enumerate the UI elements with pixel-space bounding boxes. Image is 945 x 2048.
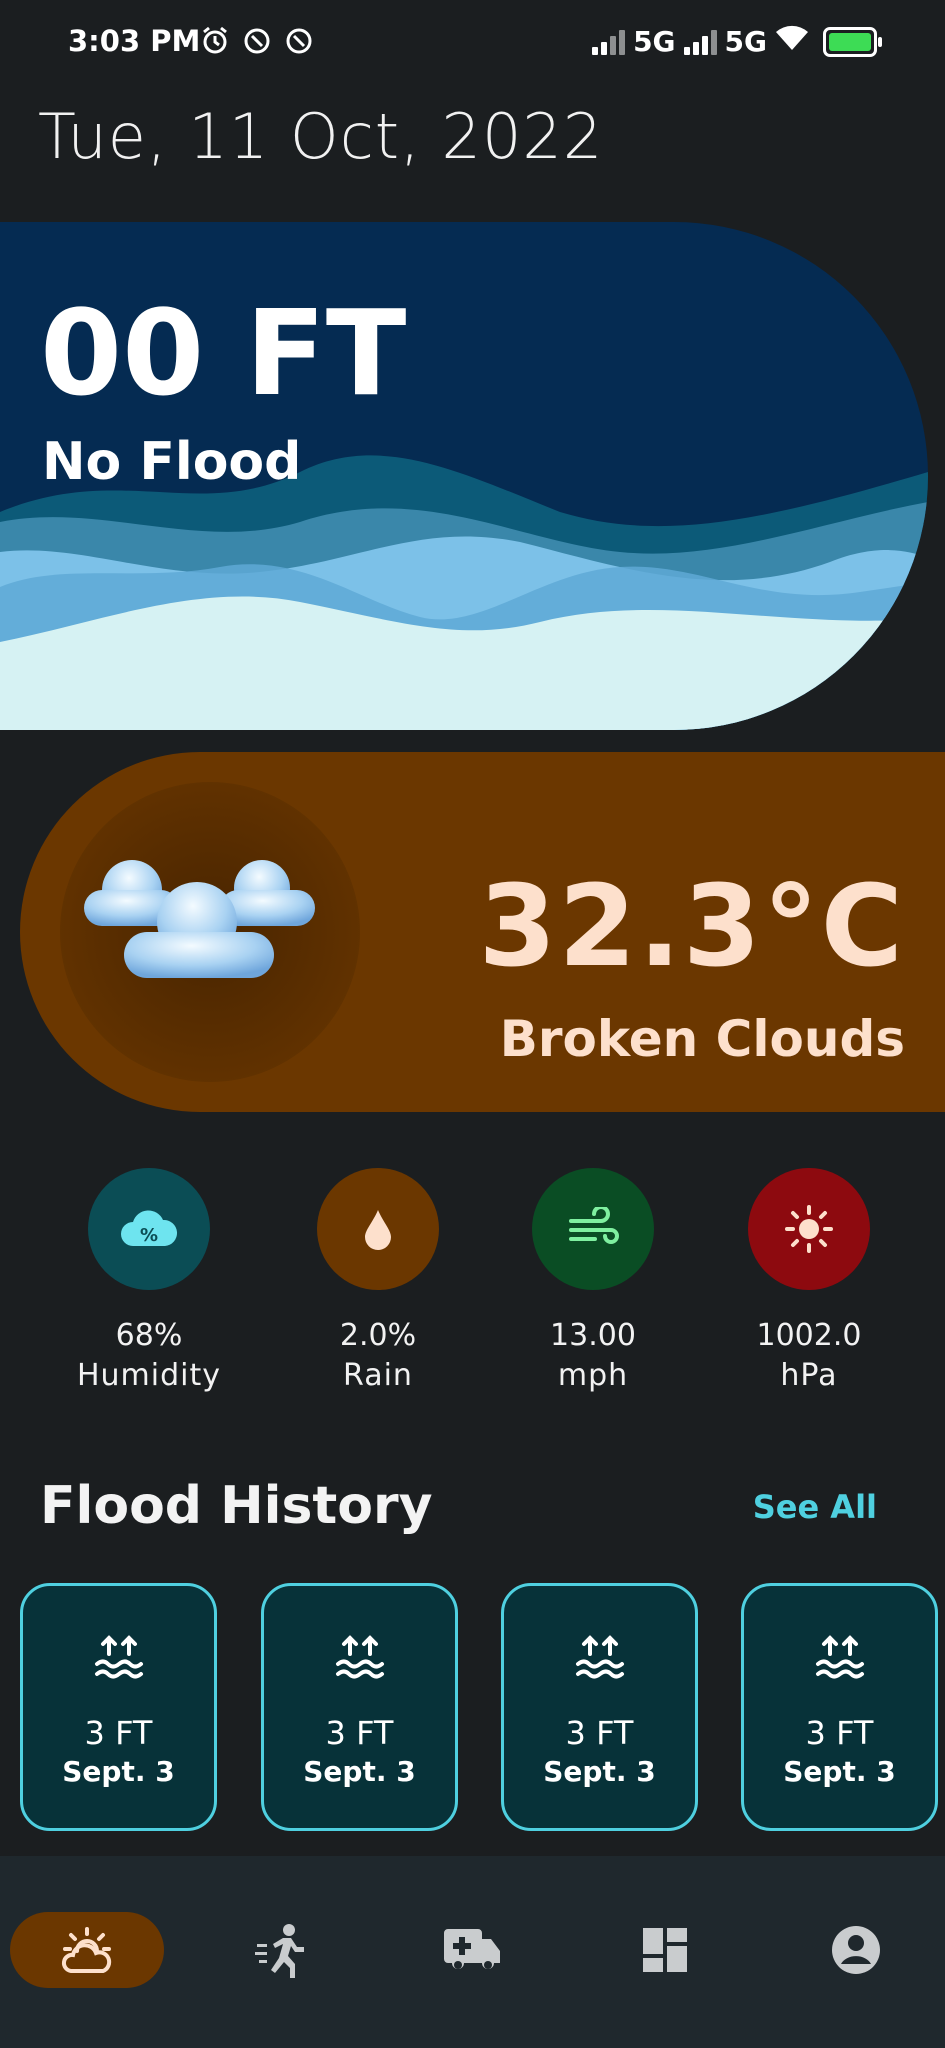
weather-condition: Broken Clouds (499, 1010, 905, 1068)
temperature-value: 32.3°C (478, 862, 905, 992)
sync-icon (242, 26, 272, 56)
status-bar: 3:03 PM 5G 5G (0, 0, 945, 88)
profile-icon (832, 1926, 880, 1974)
weather-icon (61, 1927, 112, 1973)
history-date: Sept. 3 (303, 1755, 416, 1788)
sync-icon (284, 26, 314, 56)
history-date: Sept. 3 (783, 1755, 896, 1788)
nav-dashboard[interactable] (610, 1912, 720, 1988)
wind-speed-unit: mph (557, 1358, 629, 1393)
rain-stat: 2.0% Rain (283, 1168, 473, 1396)
clouds-icon (72, 850, 332, 1004)
flood-status-label: No Flood (42, 432, 302, 492)
status-notification-icons (200, 26, 314, 56)
pressure-unit: hPa (780, 1358, 838, 1393)
history-card[interactable]: 3 FT Sept. 3 (501, 1583, 698, 1831)
svg-text:%: % (140, 1225, 158, 1246)
network-type-label: 5G (633, 25, 676, 58)
flood-history-title: Flood History (40, 1476, 433, 1536)
flood-level-value: 00 FT (40, 284, 407, 422)
wind-stat: 13.00 mph (498, 1168, 688, 1396)
wifi-icon (775, 24, 809, 59)
sun-icon (748, 1168, 870, 1290)
status-system-icons: 5G 5G (592, 24, 882, 59)
wind-speed-value: 13.00 (550, 1318, 636, 1353)
humidity-stat: % 68% Humidity (54, 1168, 244, 1396)
signal-icon (683, 29, 717, 55)
weather-card[interactable]: 32.3°C Broken Clouds (20, 752, 945, 1112)
history-card[interactable]: 3 FT Sept. 3 (741, 1583, 938, 1831)
dashboard-icon (643, 1928, 687, 1972)
history-card[interactable]: 3 FT Sept. 3 (20, 1583, 217, 1831)
rain-value: 2.0% (339, 1318, 417, 1353)
history-date: Sept. 3 (62, 1755, 175, 1788)
nav-profile[interactable] (801, 1912, 911, 1988)
water-rise-icon (504, 1632, 695, 1684)
history-card[interactable]: 3 FT Sept. 3 (261, 1583, 458, 1831)
pressure-value: 1002.0 (756, 1318, 862, 1353)
humidity-value: 68% (115, 1318, 183, 1353)
wind-icon (532, 1168, 654, 1290)
see-all-link[interactable]: See All (753, 1488, 877, 1526)
water-rise-icon (23, 1632, 214, 1684)
pressure-stat: 1002.0 hPa (714, 1168, 904, 1396)
water-rise-icon (744, 1632, 935, 1684)
alarm-icon (200, 26, 230, 56)
signal-icon (592, 29, 626, 55)
history-level: 3 FT (325, 1714, 394, 1752)
humidity-icon: % (88, 1168, 210, 1290)
nav-evacuation[interactable] (226, 1912, 336, 1988)
nav-weather[interactable] (32, 1912, 142, 1988)
battery-icon (823, 26, 882, 57)
history-date: Sept. 3 (543, 1755, 656, 1788)
history-level: 3 FT (805, 1714, 874, 1752)
flood-level-card[interactable]: 00 FT No Flood (0, 222, 928, 730)
history-level: 3 FT (84, 1714, 153, 1752)
water-rise-icon (264, 1632, 455, 1684)
rain-label: Rain (343, 1358, 413, 1393)
ambulance-icon (444, 1929, 500, 1969)
network-type-label: 5G (724, 25, 767, 58)
humidity-label: Humidity (76, 1358, 222, 1393)
raindrop-icon (317, 1168, 439, 1290)
status-time: 3:03 PM (68, 24, 201, 58)
current-date: Tue, 11 Oct, 2022 (38, 100, 604, 173)
evacuate-icon (255, 1924, 304, 1978)
nav-emergency[interactable] (417, 1912, 527, 1988)
history-level: 3 FT (565, 1714, 634, 1752)
